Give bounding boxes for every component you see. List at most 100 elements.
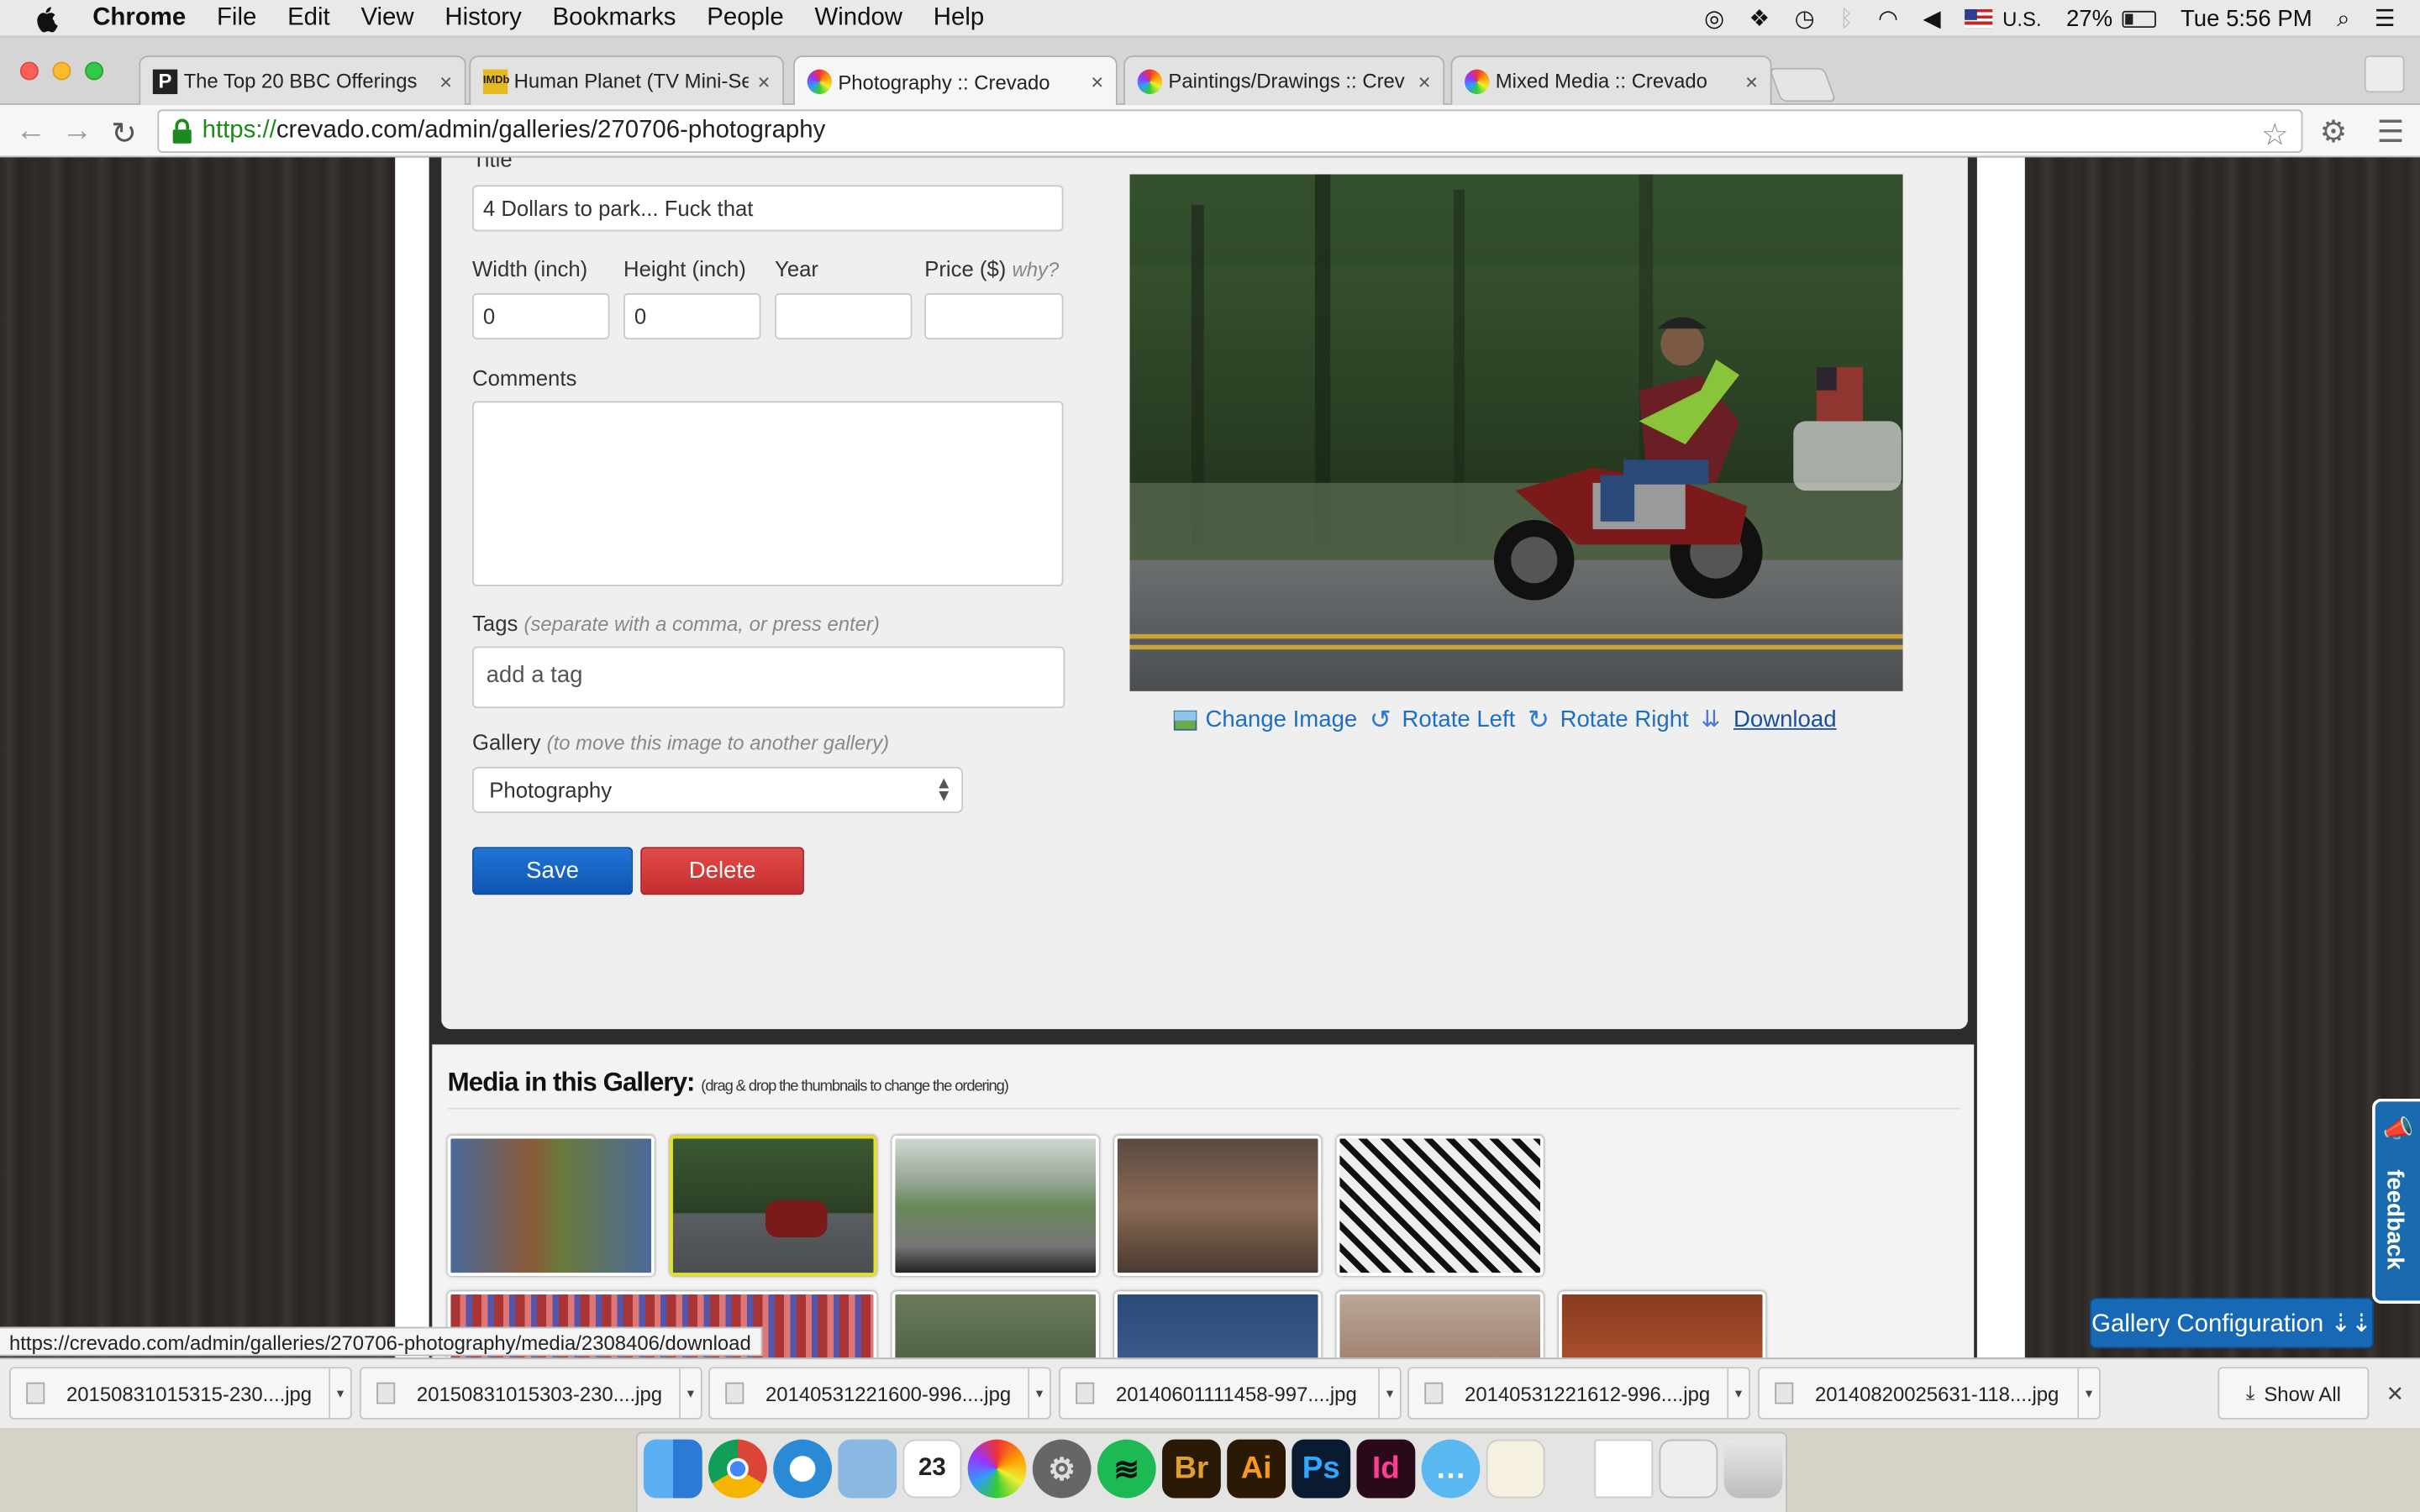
download-menu-arrow[interactable]: ▾ bbox=[2077, 1368, 2099, 1418]
media-thumbnail[interactable] bbox=[447, 1135, 655, 1276]
price-why-link[interactable]: why? bbox=[1013, 258, 1060, 281]
zoom-window-button[interactable] bbox=[85, 61, 104, 81]
height-input[interactable]: 0 bbox=[623, 292, 761, 340]
media-thumbnail-selected[interactable] bbox=[670, 1135, 877, 1276]
system-preferences-icon[interactable]: ⚙ bbox=[1032, 1439, 1092, 1499]
battery-icon[interactable] bbox=[2122, 9, 2156, 28]
download-item[interactable]: 20140820025631-118....jpg ▾ bbox=[1758, 1367, 2101, 1420]
gallery-configuration-button[interactable]: Gallery Configuration ⇣⇣ bbox=[2089, 1297, 2374, 1349]
extension-icon[interactable]: ⚙ bbox=[2320, 113, 2348, 151]
tab-close-icon[interactable]: × bbox=[757, 69, 770, 93]
gallery-select[interactable]: Photography ▲ ▼ bbox=[472, 766, 964, 813]
new-tab-button[interactable] bbox=[1768, 67, 1837, 102]
download-item[interactable]: 20150831015315-230....jpg ▾ bbox=[9, 1367, 352, 1420]
tab-close-icon[interactable]: × bbox=[1418, 69, 1431, 93]
profile-icon[interactable] bbox=[2364, 55, 2405, 93]
download-link[interactable]: ⇊ Download bbox=[1701, 706, 1836, 732]
media-thumbnail[interactable] bbox=[892, 1135, 1099, 1276]
menu-history[interactable]: History bbox=[445, 4, 521, 32]
preview-icon[interactable] bbox=[838, 1439, 897, 1499]
illustrator-icon[interactable]: Ai bbox=[1227, 1439, 1286, 1499]
us-flag-icon[interactable] bbox=[1965, 9, 1994, 29]
menu-app-name[interactable]: Chrome bbox=[92, 4, 186, 32]
comments-textarea[interactable] bbox=[472, 401, 1064, 586]
creative-cloud-icon[interactable]: ◎ bbox=[1704, 5, 1724, 32]
notification-center-icon[interactable]: ☰ bbox=[2375, 5, 2396, 32]
chrome-icon[interactable] bbox=[708, 1439, 767, 1499]
indesign-icon[interactable]: Id bbox=[1356, 1439, 1416, 1499]
back-arrow-icon[interactable]: ← bbox=[15, 114, 46, 150]
download-menu-arrow[interactable]: ▾ bbox=[1378, 1368, 1400, 1418]
wifi-icon[interactable]: ◠ bbox=[1878, 5, 1898, 32]
media-thumbnail[interactable] bbox=[1559, 1291, 1766, 1358]
tab-bbc-offerings[interactable]: P The Top 20 BBC Offerings × bbox=[139, 55, 466, 105]
tab-close-icon[interactable]: × bbox=[439, 69, 452, 93]
safari-icon[interactable] bbox=[773, 1439, 832, 1499]
calendar-icon[interactable]: 23 bbox=[902, 1439, 962, 1499]
show-all-downloads-button[interactable]: ⤓ Show All bbox=[2217, 1367, 2370, 1420]
tab-human-planet[interactable]: IMDb Human Planet (TV Mini-Se × bbox=[469, 55, 785, 105]
bridge-icon[interactable]: Br bbox=[1162, 1439, 1221, 1499]
menu-people[interactable]: People bbox=[707, 4, 784, 32]
media-thumbnail[interactable] bbox=[1114, 1135, 1322, 1276]
document-icon[interactable] bbox=[1594, 1439, 1654, 1499]
menu-help[interactable]: Help bbox=[934, 4, 984, 32]
download-item[interactable]: 20140531221600-996....jpg ▾ bbox=[708, 1367, 1051, 1420]
spotify-icon[interactable]: ≋ bbox=[1097, 1439, 1156, 1499]
download-menu-arrow[interactable]: ▾ bbox=[1727, 1368, 1749, 1418]
tab-close-icon[interactable]: × bbox=[1091, 70, 1103, 94]
bluetooth-icon[interactable]: ᛒ bbox=[1839, 5, 1854, 31]
year-input[interactable] bbox=[775, 292, 913, 340]
input-source-label[interactable]: U.S. bbox=[2002, 7, 2041, 30]
delete-button[interactable]: Delete bbox=[640, 847, 804, 895]
tags-input[interactable]: add a tag bbox=[472, 646, 1065, 709]
feedback-tab[interactable]: 📣 feedback bbox=[2372, 1098, 2420, 1305]
change-image-link[interactable]: Change Image bbox=[1173, 706, 1357, 732]
reload-icon[interactable]: ↻ bbox=[111, 114, 137, 153]
rotate-right-link[interactable]: ↻ Rotate Right bbox=[1528, 706, 1689, 732]
volume-icon[interactable]: ◀ bbox=[1923, 5, 1940, 32]
photoshop-icon[interactable]: Ps bbox=[1292, 1439, 1351, 1499]
save-button[interactable]: Save bbox=[472, 847, 634, 895]
download-menu-arrow[interactable]: ▾ bbox=[329, 1368, 350, 1418]
minimize-window-button[interactable] bbox=[52, 61, 71, 81]
bookmark-star-icon[interactable]: ☆ bbox=[2261, 116, 2289, 155]
download-menu-arrow[interactable]: ▾ bbox=[1028, 1368, 1050, 1418]
forward-arrow-icon[interactable]: → bbox=[61, 114, 92, 150]
finder-icon[interactable] bbox=[643, 1439, 702, 1499]
download-menu-arrow[interactable]: ▾ bbox=[679, 1368, 701, 1418]
clock[interactable]: Tue 5:56 PM bbox=[2181, 5, 2312, 31]
textedit-icon[interactable] bbox=[1486, 1439, 1545, 1499]
price-input[interactable] bbox=[924, 292, 1064, 340]
tab-photography[interactable]: Photography :: Crevado × bbox=[793, 55, 1118, 107]
dropbox-icon[interactable]: ❖ bbox=[1749, 5, 1770, 32]
download-item[interactable]: 20150831015303-230....jpg ▾ bbox=[359, 1367, 702, 1420]
download-item[interactable]: 20140601111458-997....jpg ▾ bbox=[1059, 1367, 1402, 1420]
media-thumbnail[interactable] bbox=[892, 1291, 1099, 1358]
media-thumbnail[interactable] bbox=[1114, 1291, 1322, 1358]
close-window-button[interactable] bbox=[19, 61, 39, 81]
rotate-left-link[interactable]: ↺ Rotate Left bbox=[1370, 706, 1515, 732]
close-shelf-icon[interactable]: ✕ bbox=[2386, 1381, 2405, 1407]
menu-window[interactable]: Window bbox=[815, 4, 903, 32]
battery-percent[interactable]: 27% bbox=[2066, 5, 2112, 31]
spotlight-search-icon[interactable]: ⌕ bbox=[2337, 5, 2349, 31]
menu-view[interactable]: View bbox=[360, 4, 413, 32]
title-input[interactable]: 4 Dollars to park... Fuck that bbox=[472, 185, 1064, 232]
media-thumbnail[interactable] bbox=[1336, 1291, 1544, 1358]
media-thumbnail[interactable] bbox=[1336, 1135, 1544, 1276]
tab-paintings-drawings[interactable]: Paintings/Drawings :: Crev × bbox=[1123, 55, 1445, 105]
menu-edit[interactable]: Edit bbox=[287, 4, 330, 32]
time-machine-icon[interactable]: ◷ bbox=[1795, 5, 1815, 32]
address-bar[interactable]: https:// crevado.com/admin/galleries/270… bbox=[157, 109, 2303, 155]
messages-icon[interactable]: … bbox=[1421, 1439, 1481, 1499]
width-input[interactable]: 0 bbox=[472, 292, 610, 340]
photos-icon[interactable] bbox=[967, 1439, 1027, 1499]
tab-mixed-media[interactable]: Mixed Media :: Crevado × bbox=[1450, 55, 1772, 105]
tab-close-icon[interactable]: × bbox=[1745, 69, 1758, 93]
apple-icon[interactable] bbox=[34, 4, 61, 32]
download-item[interactable]: 20140531221612-996....jpg ▾ bbox=[1407, 1367, 1750, 1420]
menu-bookmarks[interactable]: Bookmarks bbox=[553, 4, 676, 32]
screenshot-icon[interactable] bbox=[1659, 1439, 1718, 1499]
trash-icon[interactable] bbox=[1723, 1439, 1783, 1499]
